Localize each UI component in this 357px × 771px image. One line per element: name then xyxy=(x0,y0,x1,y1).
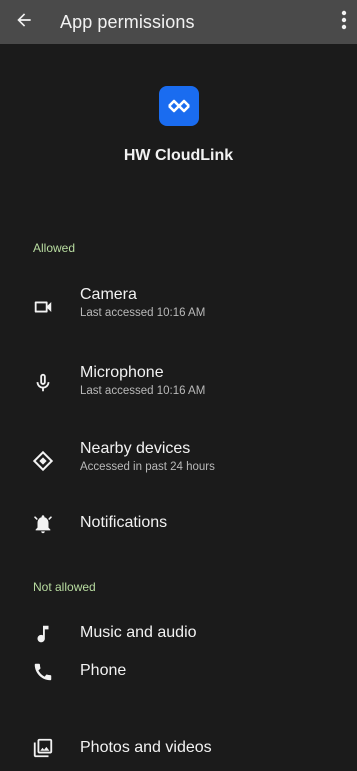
permission-notifications[interactable]: Notifications xyxy=(0,506,357,542)
permission-phone[interactable]: Phone xyxy=(0,654,357,690)
permission-camera[interactable]: Camera Last accessed 10:16 AM xyxy=(0,282,357,332)
permission-title: Microphone xyxy=(80,364,164,381)
permission-title: Photos and videos xyxy=(80,739,212,756)
cloudlink-logo-icon xyxy=(158,86,199,126)
back-button[interactable] xyxy=(0,0,48,44)
permission-title: Music and audio xyxy=(80,624,197,641)
permission-title: Notifications xyxy=(80,514,168,531)
permission-title: Nearby devices xyxy=(80,440,191,457)
page-title: App permissions xyxy=(60,11,195,32)
photo-library-icon xyxy=(31,736,55,760)
section-label-allowed: Allowed xyxy=(33,241,76,255)
permission-subtitle: Last accessed 10:16 AM xyxy=(80,385,206,397)
more-options-button[interactable] xyxy=(333,0,355,44)
permission-nearby-devices[interactable]: Nearby devices Accessed in past 24 hours xyxy=(0,436,357,486)
music-note-icon xyxy=(31,622,55,646)
permission-subtitle: Accessed in past 24 hours xyxy=(80,461,215,473)
arrow-back-icon xyxy=(14,10,34,35)
more-vert-icon xyxy=(341,10,347,35)
nearby-devices-icon xyxy=(31,449,55,473)
permission-title: Camera xyxy=(80,286,137,303)
phone-icon xyxy=(31,660,55,684)
app-name: HW CloudLink xyxy=(123,147,234,164)
mic-icon xyxy=(31,371,55,395)
app-header: HW CloudLink xyxy=(0,86,357,165)
videocam-icon xyxy=(31,295,55,319)
permission-subtitle: Last accessed 10:16 AM xyxy=(80,307,206,319)
permission-music-and-audio[interactable]: Music and audio xyxy=(0,616,357,652)
notifications-icon xyxy=(31,512,55,536)
permission-microphone[interactable]: Microphone Last accessed 10:16 AM xyxy=(0,360,357,410)
top-app-bar: App permissions xyxy=(0,0,357,44)
section-label-not-allowed: Not allowed xyxy=(33,580,96,594)
permission-title: Phone xyxy=(80,662,127,679)
permission-photos-and-videos[interactable]: Photos and videos xyxy=(0,732,357,768)
